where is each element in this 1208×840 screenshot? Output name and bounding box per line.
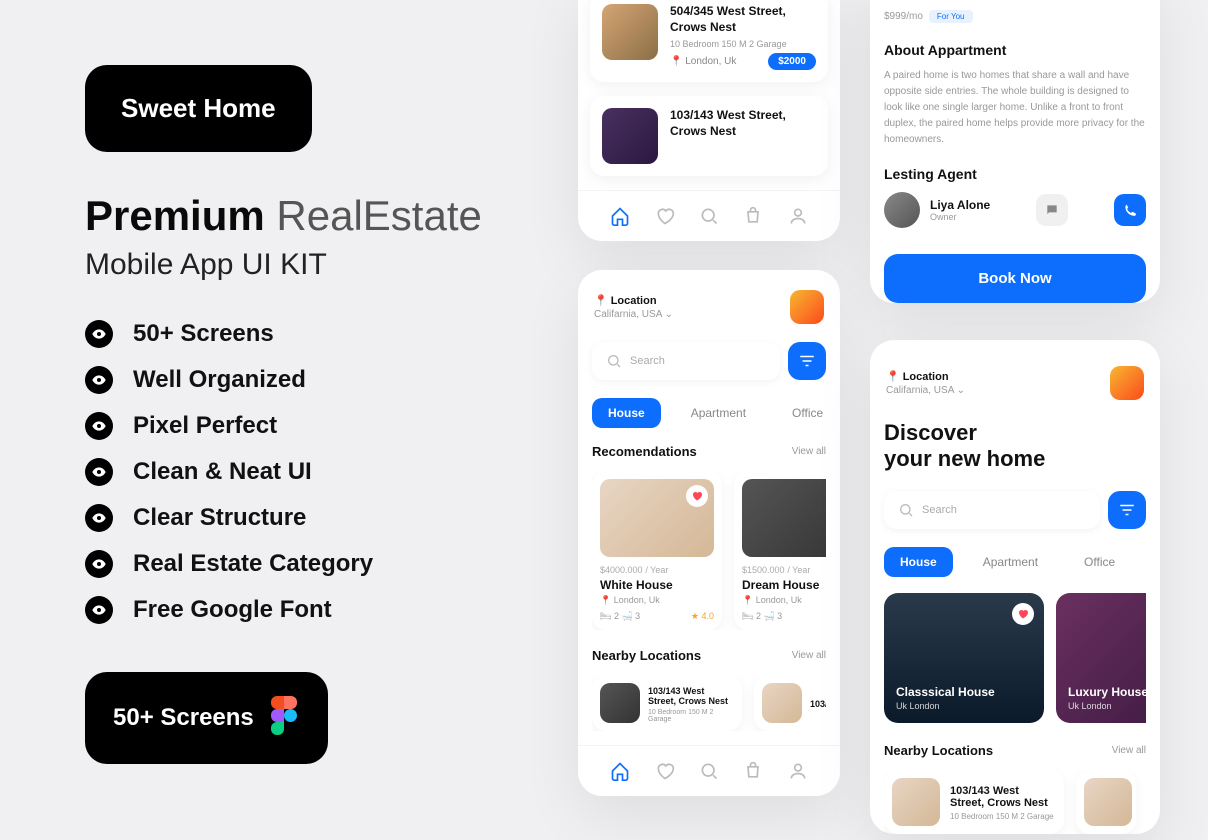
agent-avatar: [884, 192, 920, 228]
filter-button[interactable]: [1108, 491, 1146, 529]
bottom-nav: [578, 745, 840, 796]
figma-icon: [268, 696, 300, 740]
tab-office[interactable]: Office: [776, 398, 826, 428]
location-label: 📍Location: [886, 370, 965, 383]
recommendation-card[interactable]: $1500.000 / Year Dream House 📍 London, U…: [734, 471, 826, 630]
message-button[interactable]: [1036, 194, 1068, 226]
view-all-link[interactable]: View all: [792, 446, 826, 457]
screen-listings: 504/345 West Street, Crows Nest 10 Bedro…: [578, 0, 840, 241]
bottom-nav: [578, 190, 840, 241]
nav-cart[interactable]: [742, 760, 764, 782]
about-heading: About Appartment: [884, 42, 1146, 58]
card-location: 📍 London, Uk: [742, 595, 826, 606]
eye-icon: [85, 596, 113, 624]
card-image: [600, 479, 714, 557]
tab-house[interactable]: House: [884, 547, 953, 577]
agent-name: Liya Alone: [930, 198, 990, 212]
location-value[interactable]: Califarnia, USA ⌄: [594, 309, 673, 320]
property-price: $999/mo: [884, 3, 923, 23]
avatar[interactable]: [1110, 366, 1144, 400]
featured-card[interactable]: Classsical House Uk London: [884, 593, 1044, 723]
nearby-card[interactable]: 103/143 West Street, Crows Nest10 Bedroo…: [592, 675, 742, 731]
heart-icon[interactable]: [1012, 603, 1034, 625]
discover-heading: Discoveryour new home: [884, 420, 1146, 473]
location-label: 📍Location: [594, 294, 673, 307]
feature-item: Well Organized: [85, 366, 535, 394]
location-value[interactable]: Califarnia, USA ⌄: [886, 385, 965, 396]
section-title: Recomendations: [592, 444, 697, 459]
eye-icon: [85, 320, 113, 348]
nearby-card[interactable]: [1076, 770, 1136, 834]
listing-card[interactable]: 103/143 West Street, Crows Nest: [590, 96, 828, 176]
listing-meta: 10 Bedroom 150 M 2 Garage: [670, 39, 816, 49]
listing-card[interactable]: 504/345 West Street, Crows Nest 10 Bedro…: [590, 0, 828, 82]
feature-item: 50+ Screens: [85, 320, 535, 348]
feature-item: Pixel Perfect: [85, 412, 535, 440]
screen-discover: 📍Location Califarnia, USA ⌄ Discoveryour …: [870, 340, 1160, 834]
listing-location: 📍 London, Uk: [670, 56, 736, 67]
about-text: A paired home is two homes that share a …: [884, 68, 1146, 148]
screens-badge: 50+ Screens: [85, 672, 328, 764]
search-input[interactable]: Search: [884, 491, 1100, 529]
featured-card[interactable]: Luxury House Uk London: [1056, 593, 1146, 723]
avatar[interactable]: [790, 290, 824, 324]
tab-office[interactable]: Office: [1068, 547, 1131, 577]
brand-badge: Sweet Home: [85, 65, 312, 152]
recommendation-card[interactable]: $4000.000 / Year White House 📍 London, U…: [592, 471, 722, 630]
card-location: Uk London: [1068, 701, 1146, 711]
feature-item: Free Google Font: [85, 596, 535, 624]
nav-favorites[interactable]: [654, 205, 676, 227]
nearby-card[interactable]: 103/143 West Street, Crows Nest10 Bedroo…: [884, 770, 1064, 834]
section-title: Nearby Locations: [592, 648, 701, 663]
card-name: Luxury House: [1068, 685, 1146, 699]
card-image: [742, 479, 826, 557]
book-button[interactable]: Book Now: [884, 254, 1146, 303]
search-input[interactable]: Search: [592, 342, 780, 380]
eye-icon: [85, 550, 113, 578]
page-title: Premium RealEstate: [85, 192, 535, 240]
nav-cart[interactable]: [742, 205, 764, 227]
agent-role: Owner: [930, 212, 990, 222]
view-all-link[interactable]: View all: [1112, 745, 1146, 756]
listing-image: [602, 4, 658, 60]
screen-detail: 🛏 5🛁 3▣ 750 $999/moFor You About Appartm…: [870, 0, 1160, 303]
nav-profile[interactable]: [787, 760, 809, 782]
listing-title: 103/143 West Street, Crows Nest: [670, 108, 816, 139]
section-title: Nearby Locations: [884, 743, 993, 758]
listing-title: 504/345 West Street, Crows Nest: [670, 4, 816, 35]
tab-apartment[interactable]: Apartment: [675, 398, 762, 428]
heart-icon[interactable]: [686, 485, 708, 507]
filter-button[interactable]: [788, 342, 826, 380]
listing-price: $2000: [768, 53, 816, 70]
agent-heading: Lesting Agent: [884, 166, 1146, 182]
screen-home: 📍LocationCalifarnia, USA ⌄ Search House …: [578, 270, 840, 796]
feature-item: Clear Structure: [85, 504, 535, 532]
card-name: Dream House: [742, 578, 826, 592]
nav-favorites[interactable]: [654, 760, 676, 782]
card-location: 📍 London, Uk: [600, 595, 714, 606]
feature-item: Real Estate Category: [85, 550, 535, 578]
eye-icon: [85, 412, 113, 440]
tab-apartment[interactable]: Apartment: [967, 547, 1054, 577]
nav-search[interactable]: [698, 760, 720, 782]
nav-home[interactable]: [609, 205, 631, 227]
subtitle: Mobile App UI KIT: [85, 248, 535, 282]
feature-item: Clean & Neat UI: [85, 458, 535, 486]
nav-search[interactable]: [698, 205, 720, 227]
nav-profile[interactable]: [787, 205, 809, 227]
eye-icon: [85, 458, 113, 486]
call-button[interactable]: [1114, 194, 1146, 226]
eye-icon: [85, 366, 113, 394]
view-all-link[interactable]: View all: [792, 650, 826, 661]
tab-land[interactable]: Land: [1145, 547, 1146, 577]
for-you-tag: For You: [929, 10, 973, 23]
listing-image: [602, 108, 658, 164]
nav-home[interactable]: [609, 760, 631, 782]
nearby-card[interactable]: 103/14...: [754, 675, 826, 731]
card-location: Uk London: [896, 701, 1032, 711]
eye-icon: [85, 504, 113, 532]
card-name: White House: [600, 578, 714, 592]
card-name: Classsical House: [896, 685, 1032, 699]
tab-house[interactable]: House: [592, 398, 661, 428]
